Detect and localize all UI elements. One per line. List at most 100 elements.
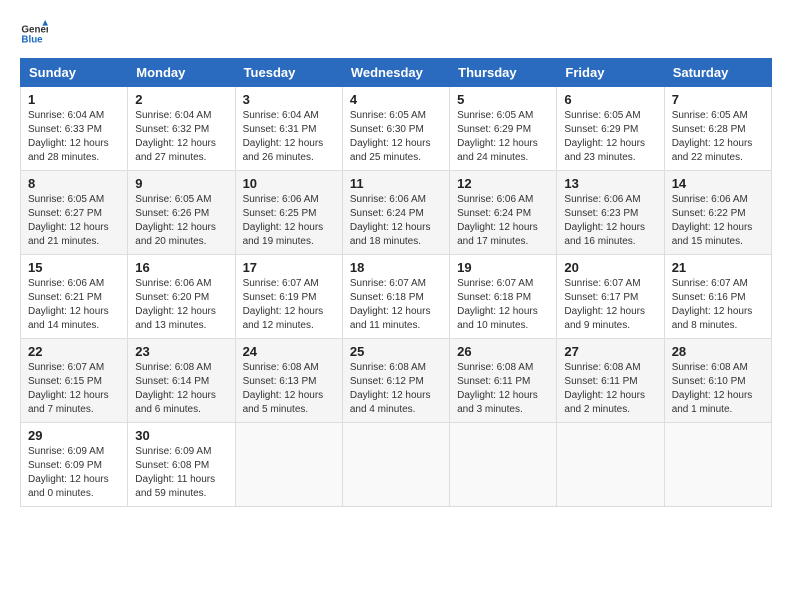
day-info: Sunrise: 6:08 AM Sunset: 6:13 PM Dayligh… [243, 361, 335, 417]
day-number: 4 [350, 92, 442, 107]
day-info: Sunrise: 6:05 AM Sunset: 6:27 PM Dayligh… [28, 193, 120, 249]
day-cell-20: 20 Sunrise: 6:07 AM Sunset: 6:17 PM Dayl… [557, 255, 664, 339]
day-number: 19 [457, 260, 549, 275]
day-number: 20 [564, 260, 656, 275]
day-number: 10 [243, 176, 335, 191]
col-saturday: Saturday [664, 59, 771, 87]
day-number: 24 [243, 344, 335, 359]
day-cell-26: 26 Sunrise: 6:08 AM Sunset: 6:11 PM Dayl… [450, 339, 557, 423]
day-number: 8 [28, 176, 120, 191]
day-cell-2: 2 Sunrise: 6:04 AM Sunset: 6:32 PM Dayli… [128, 87, 235, 171]
day-info: Sunrise: 6:08 AM Sunset: 6:12 PM Dayligh… [350, 361, 442, 417]
day-number: 1 [28, 92, 120, 107]
day-number: 6 [564, 92, 656, 107]
day-number: 27 [564, 344, 656, 359]
day-cell-11: 11 Sunrise: 6:06 AM Sunset: 6:24 PM Dayl… [342, 171, 449, 255]
day-number: 11 [350, 176, 442, 191]
svg-text:Blue: Blue [21, 34, 43, 45]
empty-cell [450, 423, 557, 507]
day-cell-6: 6 Sunrise: 6:05 AM Sunset: 6:29 PM Dayli… [557, 87, 664, 171]
day-cell-27: 27 Sunrise: 6:08 AM Sunset: 6:11 PM Dayl… [557, 339, 664, 423]
day-info: Sunrise: 6:05 AM Sunset: 6:28 PM Dayligh… [672, 109, 764, 165]
col-friday: Friday [557, 59, 664, 87]
day-info: Sunrise: 6:06 AM Sunset: 6:22 PM Dayligh… [672, 193, 764, 249]
header-row: Sunday Monday Tuesday Wednesday Thursday… [21, 59, 772, 87]
empty-cell [342, 423, 449, 507]
day-info: Sunrise: 6:06 AM Sunset: 6:20 PM Dayligh… [135, 277, 227, 333]
day-cell-17: 17 Sunrise: 6:07 AM Sunset: 6:19 PM Dayl… [235, 255, 342, 339]
day-info: Sunrise: 6:07 AM Sunset: 6:19 PM Dayligh… [243, 277, 335, 333]
day-cell-18: 18 Sunrise: 6:07 AM Sunset: 6:18 PM Dayl… [342, 255, 449, 339]
day-info: Sunrise: 6:09 AM Sunset: 6:09 PM Dayligh… [28, 445, 120, 501]
day-info: Sunrise: 6:07 AM Sunset: 6:18 PM Dayligh… [457, 277, 549, 333]
day-number: 9 [135, 176, 227, 191]
day-cell-30: 30 Sunrise: 6:09 AM Sunset: 6:08 PM Dayl… [128, 423, 235, 507]
day-info: Sunrise: 6:05 AM Sunset: 6:30 PM Dayligh… [350, 109, 442, 165]
week-row-2: 8 Sunrise: 6:05 AM Sunset: 6:27 PM Dayli… [21, 171, 772, 255]
calendar-body: 1 Sunrise: 6:04 AM Sunset: 6:33 PM Dayli… [21, 87, 772, 507]
empty-cell [235, 423, 342, 507]
week-row-4: 22 Sunrise: 6:07 AM Sunset: 6:15 PM Dayl… [21, 339, 772, 423]
day-cell-24: 24 Sunrise: 6:08 AM Sunset: 6:13 PM Dayl… [235, 339, 342, 423]
day-info: Sunrise: 6:05 AM Sunset: 6:29 PM Dayligh… [564, 109, 656, 165]
empty-cell [557, 423, 664, 507]
day-cell-22: 22 Sunrise: 6:07 AM Sunset: 6:15 PM Dayl… [21, 339, 128, 423]
col-sunday: Sunday [21, 59, 128, 87]
day-cell-23: 23 Sunrise: 6:08 AM Sunset: 6:14 PM Dayl… [128, 339, 235, 423]
empty-cell [664, 423, 771, 507]
day-number: 28 [672, 344, 764, 359]
day-number: 13 [564, 176, 656, 191]
day-number: 22 [28, 344, 120, 359]
day-cell-3: 3 Sunrise: 6:04 AM Sunset: 6:31 PM Dayli… [235, 87, 342, 171]
day-info: Sunrise: 6:07 AM Sunset: 6:16 PM Dayligh… [672, 277, 764, 333]
day-cell-1: 1 Sunrise: 6:04 AM Sunset: 6:33 PM Dayli… [21, 87, 128, 171]
day-cell-10: 10 Sunrise: 6:06 AM Sunset: 6:25 PM Dayl… [235, 171, 342, 255]
col-wednesday: Wednesday [342, 59, 449, 87]
day-cell-7: 7 Sunrise: 6:05 AM Sunset: 6:28 PM Dayli… [664, 87, 771, 171]
day-info: Sunrise: 6:09 AM Sunset: 6:08 PM Dayligh… [135, 445, 227, 501]
day-cell-5: 5 Sunrise: 6:05 AM Sunset: 6:29 PM Dayli… [450, 87, 557, 171]
day-cell-21: 21 Sunrise: 6:07 AM Sunset: 6:16 PM Dayl… [664, 255, 771, 339]
day-info: Sunrise: 6:06 AM Sunset: 6:25 PM Dayligh… [243, 193, 335, 249]
day-number: 14 [672, 176, 764, 191]
day-info: Sunrise: 6:08 AM Sunset: 6:11 PM Dayligh… [457, 361, 549, 417]
day-info: Sunrise: 6:04 AM Sunset: 6:33 PM Dayligh… [28, 109, 120, 165]
day-number: 7 [672, 92, 764, 107]
day-cell-4: 4 Sunrise: 6:05 AM Sunset: 6:30 PM Dayli… [342, 87, 449, 171]
day-number: 16 [135, 260, 227, 275]
day-number: 17 [243, 260, 335, 275]
day-number: 29 [28, 428, 120, 443]
page-header: General Blue [20, 20, 772, 48]
day-number: 3 [243, 92, 335, 107]
day-number: 5 [457, 92, 549, 107]
day-info: Sunrise: 6:06 AM Sunset: 6:24 PM Dayligh… [457, 193, 549, 249]
day-info: Sunrise: 6:07 AM Sunset: 6:17 PM Dayligh… [564, 277, 656, 333]
week-row-5: 29 Sunrise: 6:09 AM Sunset: 6:09 PM Dayl… [21, 423, 772, 507]
day-cell-9: 9 Sunrise: 6:05 AM Sunset: 6:26 PM Dayli… [128, 171, 235, 255]
day-cell-16: 16 Sunrise: 6:06 AM Sunset: 6:20 PM Dayl… [128, 255, 235, 339]
day-cell-28: 28 Sunrise: 6:08 AM Sunset: 6:10 PM Dayl… [664, 339, 771, 423]
day-info: Sunrise: 6:08 AM Sunset: 6:11 PM Dayligh… [564, 361, 656, 417]
day-info: Sunrise: 6:08 AM Sunset: 6:14 PM Dayligh… [135, 361, 227, 417]
day-info: Sunrise: 6:06 AM Sunset: 6:24 PM Dayligh… [350, 193, 442, 249]
day-info: Sunrise: 6:05 AM Sunset: 6:29 PM Dayligh… [457, 109, 549, 165]
day-number: 30 [135, 428, 227, 443]
day-number: 2 [135, 92, 227, 107]
day-info: Sunrise: 6:04 AM Sunset: 6:31 PM Dayligh… [243, 109, 335, 165]
day-info: Sunrise: 6:04 AM Sunset: 6:32 PM Dayligh… [135, 109, 227, 165]
day-info: Sunrise: 6:05 AM Sunset: 6:26 PM Dayligh… [135, 193, 227, 249]
col-monday: Monday [128, 59, 235, 87]
day-number: 21 [672, 260, 764, 275]
week-row-1: 1 Sunrise: 6:04 AM Sunset: 6:33 PM Dayli… [21, 87, 772, 171]
day-cell-12: 12 Sunrise: 6:06 AM Sunset: 6:24 PM Dayl… [450, 171, 557, 255]
day-number: 23 [135, 344, 227, 359]
day-cell-13: 13 Sunrise: 6:06 AM Sunset: 6:23 PM Dayl… [557, 171, 664, 255]
day-cell-14: 14 Sunrise: 6:06 AM Sunset: 6:22 PM Dayl… [664, 171, 771, 255]
day-number: 18 [350, 260, 442, 275]
logo: General Blue [20, 20, 48, 48]
day-info: Sunrise: 6:07 AM Sunset: 6:18 PM Dayligh… [350, 277, 442, 333]
day-info: Sunrise: 6:06 AM Sunset: 6:21 PM Dayligh… [28, 277, 120, 333]
day-info: Sunrise: 6:06 AM Sunset: 6:23 PM Dayligh… [564, 193, 656, 249]
day-cell-19: 19 Sunrise: 6:07 AM Sunset: 6:18 PM Dayl… [450, 255, 557, 339]
calendar-table: Sunday Monday Tuesday Wednesday Thursday… [20, 58, 772, 507]
